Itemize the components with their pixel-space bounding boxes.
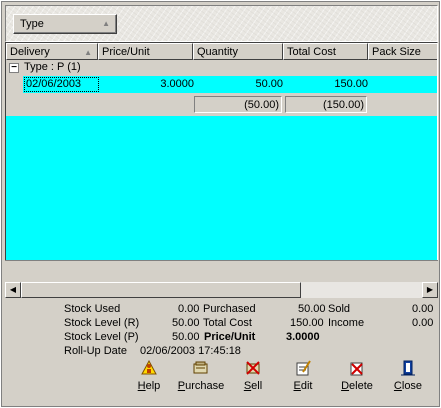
purchase-icon [193,361,208,374]
group-row-label: Type : P (1) [24,61,81,73]
delete-label: Delete [341,380,373,392]
collapse-icon[interactable]: − [9,63,19,73]
table-row[interactable]: 02/06/2003 3.0000 50.00 150.00 [23,76,437,93]
column-header-price-unit[interactable]: Price/Unit [98,43,193,60]
help-icon [141,360,157,375]
group-by-panel: Type ▲ [5,5,438,42]
group-summary-row: (50.00) (150.00) [23,93,437,116]
column-header-quantity[interactable]: Quantity [193,43,283,60]
summary-quantity: (50.00) [194,96,282,113]
edit-label: Edit [293,380,313,392]
group-row-type-p[interactable]: − Type : P (1) [6,60,437,76]
sold-label: Sold [328,303,351,315]
stock-used-value: 0.00 [178,303,200,315]
group-chip-label: Type [20,18,44,30]
cell-total-cost[interactable]: 150.00 [283,78,368,90]
rollup-date-label: Roll-Up Date [64,345,127,357]
sold-value: 0.00 [412,303,434,315]
price-unit-label: Price/Unit [204,331,256,343]
rollup-date-value: 02/06/2003 17:45:18 [140,345,241,357]
cell-delivery[interactable]: 02/06/2003 [26,78,81,90]
stock-level-p-value: 50.00 [172,331,200,343]
column-label: Total Cost [287,46,336,58]
income-value: 0.00 [412,317,434,329]
column-label: Delivery [10,46,50,58]
group-by-type-chip[interactable]: Type ▲ [13,14,117,34]
price-unit-value: 3.0000 [286,331,320,343]
stock-summary: Stock Used 0.00 Purchased 50.00 Sold 0.0… [2,300,441,360]
edit-icon [296,360,311,376]
help-button[interactable]: Help [132,358,166,396]
column-header-row: Delivery ▲ Price/Unit Quantity Total Cos… [6,43,437,60]
purchase-label: Purchase [177,380,225,392]
purchased-label: Purchased [203,303,256,315]
income-label: Income [328,317,365,329]
sort-up-icon: ▲ [102,19,110,28]
cell-quantity[interactable]: 50.00 [194,78,283,90]
purchased-value: 50.00 [298,303,326,315]
column-label: Quantity [197,46,238,58]
sell-icon [246,361,260,375]
total-cost-value: 150.00 [290,317,324,329]
scroll-right-icon[interactable]: ▶ [422,282,438,298]
stock-level-p-label: Stock Level (P) [64,331,139,343]
summary-total-cost: (150.00) [285,96,367,113]
stock-level-r-label: Stock Level (R) [64,317,140,329]
scroll-left-icon[interactable]: ◀ [5,282,21,298]
column-header-total-cost[interactable]: Total Cost [283,43,368,60]
close-icon [401,360,415,376]
column-label: Pack Size [372,46,421,58]
sell-button[interactable]: Sell [238,358,268,396]
action-toolbar: Help Purchase Sell Edit Delete Close [2,358,441,398]
grid-footer-area [5,260,438,282]
stock-window: Type ▲ Delivery ▲ Price/Unit Quantity To… [1,1,440,407]
group-indent [6,76,23,116]
column-header-delivery[interactable]: Delivery ▲ [6,43,98,60]
delete-button[interactable]: Delete [337,358,377,396]
close-button[interactable]: Close [391,358,425,396]
close-label: Close [393,380,423,392]
horizontal-scrollbar[interactable]: ◀ ▶ [5,282,438,298]
column-header-pack-size[interactable]: Pack Size [368,43,437,60]
stock-level-r-value: 50.00 [172,317,200,329]
purchase-button[interactable]: Purchase [175,358,227,396]
edit-button[interactable]: Edit [288,358,318,396]
stock-used-label: Stock Used [64,303,121,315]
help-label: Help [137,380,161,392]
scroll-thumb[interactable] [21,282,301,298]
delete-icon [350,362,363,376]
cell-price-unit[interactable]: 3.0000 [99,78,194,90]
column-label: Price/Unit [102,46,150,58]
sell-label: Sell [243,380,263,392]
sort-up-icon: ▲ [84,48,92,57]
total-cost-label: Total Cost [203,317,252,329]
